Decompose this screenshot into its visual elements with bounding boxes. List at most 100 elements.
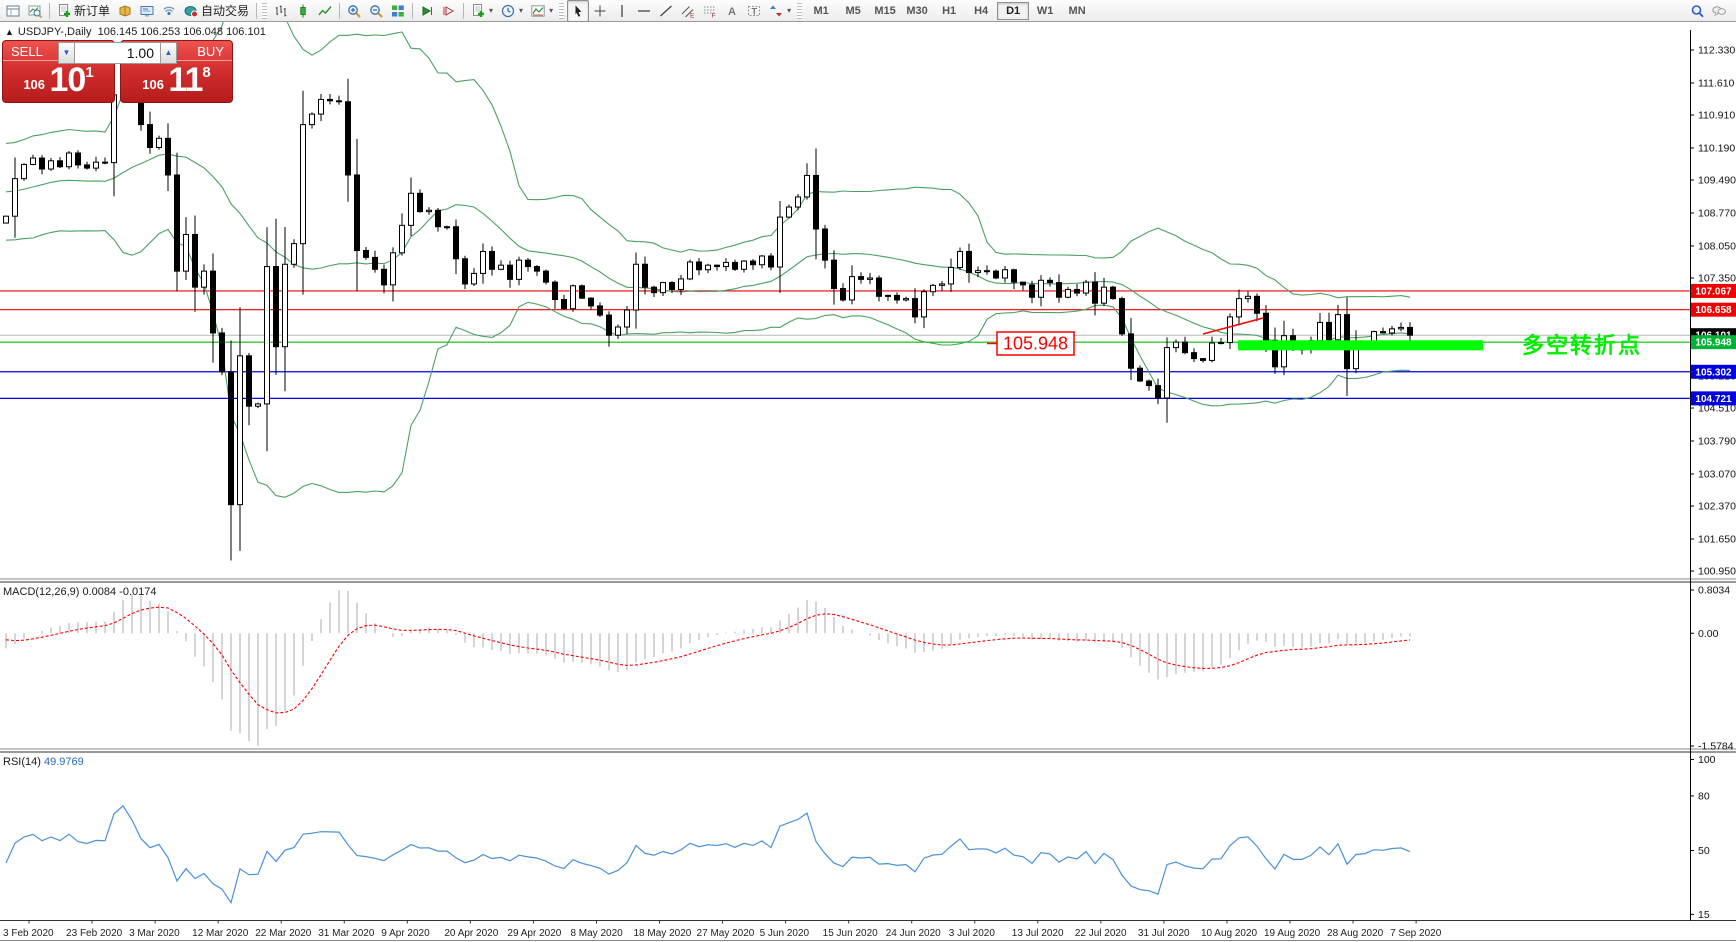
macd-label: MACD(12,26,9) 0.0084 -0.0174 (3, 586, 157, 598)
highlight-rectangle[interactable] (1238, 340, 1483, 350)
new-order-button[interactable]: 新订单 (53, 0, 114, 22)
price-axis-label: 103.070 (1698, 468, 1736, 480)
arrows-button-dropdown-caret[interactable]: ▾ (787, 6, 791, 15)
date-label: 31 Jul 2020 (1138, 928, 1190, 939)
auto-scroll-button[interactable] (416, 0, 438, 22)
date-label: 22 Jul 2020 (1075, 928, 1127, 939)
indicators-button-dropdown-caret[interactable]: ▾ (549, 6, 553, 15)
data-window-toggle[interactable] (24, 0, 46, 22)
chart-background (0, 22, 1736, 942)
panel-collapse-icon[interactable]: ▲ (5, 27, 14, 37)
bar-chart-button[interactable] (270, 0, 292, 22)
timeframe-mn[interactable]: MN (1061, 2, 1093, 20)
candle-body (562, 300, 567, 309)
rsi-axis-label: 100 (1698, 754, 1716, 766)
candle-body (1066, 289, 1071, 297)
timeframe-m15[interactable]: M15 (869, 2, 901, 20)
timeframe-m30[interactable]: M30 (901, 2, 933, 20)
candle-body (1183, 342, 1188, 353)
candle-body (1327, 322, 1332, 339)
autotrading-icon (184, 4, 198, 18)
volume-input[interactable] (75, 42, 160, 64)
macd-axis-label: 0.00 (1698, 628, 1719, 640)
price-axis-label: 110.190 (1698, 142, 1735, 154)
candle-body (472, 273, 477, 284)
date-label: 18 May 2020 (634, 928, 692, 939)
date-label: 27 May 2020 (697, 928, 755, 939)
market-watch-toggle[interactable] (2, 0, 24, 22)
candle-body (301, 125, 306, 244)
periods-button-dropdown-caret[interactable]: ▾ (519, 6, 523, 15)
candle-body (94, 162, 99, 168)
candle-body (31, 158, 36, 164)
line-chart-button[interactable] (314, 0, 336, 22)
indicators-icon (531, 4, 545, 18)
candle-body (931, 285, 936, 291)
arrows-button[interactable]: ▾ (765, 0, 795, 22)
horizontal-line-button[interactable] (633, 0, 655, 22)
new-chart-button-dropdown-caret[interactable]: ▾ (489, 6, 493, 15)
text-label-icon: T (747, 4, 761, 18)
equidistant-channel-button[interactable]: E (677, 0, 699, 22)
metaeditor-button[interactable] (136, 0, 158, 22)
zoom-in-button[interactable] (343, 0, 365, 22)
candle-body (49, 161, 54, 169)
candle-body (292, 244, 297, 265)
toolbar-separator (339, 3, 340, 19)
chat-button[interactable] (1708, 0, 1730, 22)
price-axis-label: 112.330 (1698, 44, 1735, 56)
candle-body (364, 251, 369, 258)
price-axis-label: 100.950 (1698, 566, 1736, 578)
periods-button[interactable]: ▾ (497, 0, 527, 22)
fibonacci-button[interactable]: F (699, 0, 721, 22)
tile-windows-button[interactable] (387, 0, 409, 22)
vertical-line-icon (615, 4, 629, 18)
volume-decrease-button[interactable]: ▼ (58, 42, 75, 64)
cursor-button[interactable] (567, 0, 589, 22)
trendline-button[interactable] (655, 0, 677, 22)
zoom-out-button[interactable] (365, 0, 387, 22)
candle-body (958, 251, 963, 267)
candle-body (1174, 342, 1179, 347)
vertical-line-button[interactable] (611, 0, 633, 22)
candlestick-chart-icon (296, 4, 310, 18)
candle-body (1237, 299, 1242, 317)
date-label: 3 Jul 2020 (949, 928, 996, 939)
timeframe-h1[interactable]: H1 (933, 2, 965, 20)
autotrading-button[interactable]: 自动交易 (180, 0, 253, 22)
candle-body (913, 299, 918, 317)
signals-button[interactable] (158, 0, 180, 22)
candle-body (328, 99, 333, 100)
candle-body (1111, 287, 1116, 298)
date-label: 22 Mar 2020 (255, 928, 312, 939)
candle-body (1372, 332, 1377, 342)
chart-area[interactable]: 105.948多空转折点112.330111.610110.910110.190… (0, 22, 1736, 942)
price-axis-label: 107.350 (1698, 273, 1736, 285)
candle-body (715, 265, 720, 266)
toolbar-grip (559, 3, 564, 19)
signals-icon (162, 4, 176, 18)
timeframe-d1[interactable]: D1 (997, 2, 1029, 20)
date-label: 12 Mar 2020 (192, 928, 249, 939)
metaeditor-icon (140, 4, 154, 18)
text-label-button[interactable]: T (743, 0, 765, 22)
candle-body (490, 251, 495, 269)
volume-increase-button[interactable]: ▲ (160, 42, 177, 64)
chart-shift-button[interactable] (438, 0, 460, 22)
timeframe-w1[interactable]: W1 (1029, 2, 1061, 20)
timeframe-m5[interactable]: M5 (837, 2, 869, 20)
new-chart-button[interactable]: ▾ (467, 0, 497, 22)
indicators-button[interactable]: ▾ (527, 0, 557, 22)
timeframe-h4[interactable]: H4 (965, 2, 997, 20)
candlestick-chart-button[interactable] (292, 0, 314, 22)
timeframe-m1[interactable]: M1 (805, 2, 837, 20)
search-button[interactable] (1686, 0, 1708, 22)
candle-body (1147, 381, 1152, 386)
candle-body (751, 261, 756, 265)
history-center-button[interactable] (114, 0, 136, 22)
candle-body (148, 125, 153, 148)
crosshair-button[interactable] (589, 0, 611, 22)
date-label: 3 Mar 2020 (129, 928, 180, 939)
macd-axis-label: -1.5784 (1698, 741, 1734, 753)
text-button[interactable]: A (721, 0, 743, 22)
